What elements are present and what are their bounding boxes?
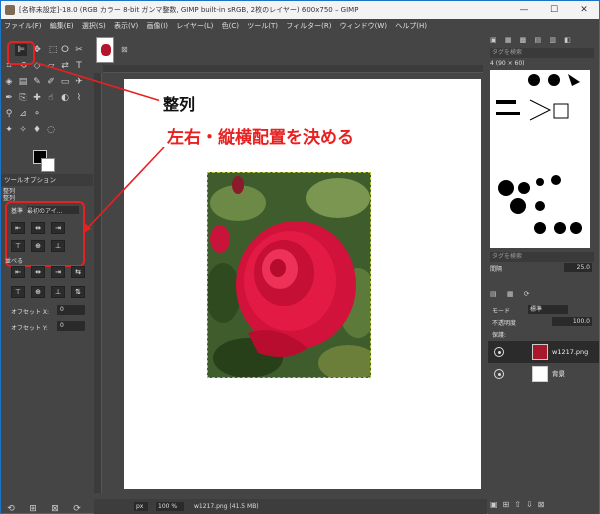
annotation-description: 左右・縦横配置を決める: [167, 128, 354, 148]
annotation-arrows: [36, 62, 165, 234]
annotation-title: 整列: [163, 95, 196, 114]
gimp-window: [名称未設定]-18.0 (RGB カラー 8-bit ガンマ整数, GIMP …: [0, 0, 600, 514]
